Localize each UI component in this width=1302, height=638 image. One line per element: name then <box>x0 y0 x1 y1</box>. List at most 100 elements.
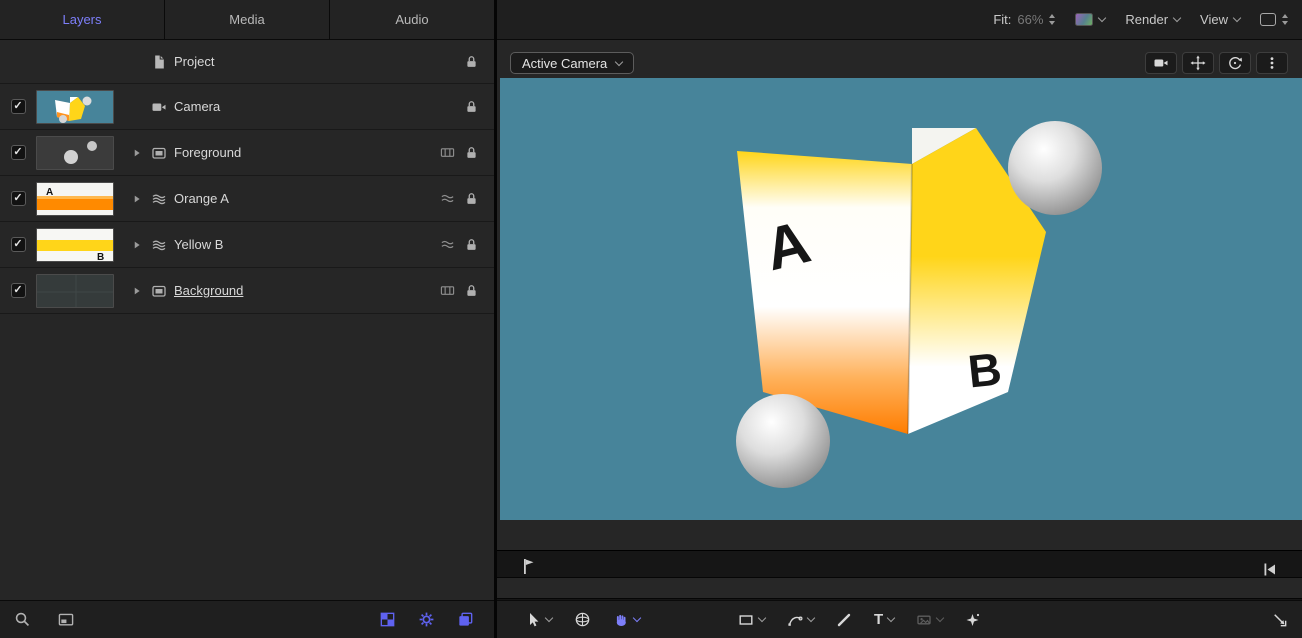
timeline-scrollbar[interactable] <box>497 577 1302 599</box>
mask-tool-disabled[interactable] <box>916 612 943 628</box>
layout-frame-icon <box>1260 13 1276 26</box>
disclosure-triangle[interactable] <box>131 193 143 205</box>
sphere-bottom-left <box>736 394 830 488</box>
select-tool[interactable] <box>525 612 552 628</box>
text-tool[interactable]: T <box>874 612 894 627</box>
sphere-top-right <box>1008 121 1102 215</box>
hand-icon <box>613 612 629 628</box>
visibility-checkbox[interactable]: ✓ <box>11 191 26 206</box>
layout-stepper[interactable] <box>1282 14 1288 25</box>
layer-name: Background <box>172 283 440 298</box>
playhead-marker-icon[interactable] <box>524 559 535 575</box>
layers-panel-icon[interactable] <box>457 611 474 628</box>
active-camera-label: Active Camera <box>522 56 607 71</box>
layer-stack-icon <box>151 191 167 207</box>
checkerboard-icon[interactable] <box>379 611 396 628</box>
panel-tab-bar: Layers Media Audio <box>0 0 494 40</box>
zoom-stepper[interactable] <box>1049 14 1055 25</box>
bezier-tool[interactable] <box>787 612 814 628</box>
canvas-viewport[interactable]: A B <box>500 78 1302 520</box>
group-badge-icon[interactable] <box>440 145 455 160</box>
layer-row-foreground[interactable]: ✓ <box>0 130 494 176</box>
paint-stroke-tool[interactable] <box>836 612 852 628</box>
expand-diagonal-icon <box>1271 611 1288 628</box>
layer-row-background[interactable]: ✓ <box>0 268 494 314</box>
check-icon: ✓ <box>13 285 22 296</box>
orbit-view-button[interactable] <box>1219 52 1251 74</box>
camera-view-button[interactable] <box>1145 52 1177 74</box>
lock-icon[interactable] <box>464 99 479 115</box>
pan-hand-tool[interactable] <box>613 612 640 628</box>
lock-icon[interactable] <box>464 283 479 299</box>
zoom-control[interactable]: Fit: 66% <box>993 12 1055 27</box>
adjust-3d-tool[interactable] <box>574 611 591 628</box>
layer-stack-icon <box>151 237 167 253</box>
pan-arrows-icon <box>1190 55 1206 71</box>
particles-tool[interactable] <box>965 612 981 628</box>
mini-timeline[interactable] <box>497 550 1302 600</box>
lock-icon[interactable] <box>464 145 479 161</box>
group-badge-icon[interactable] <box>440 283 455 298</box>
vertical-dots-icon <box>1264 55 1280 71</box>
search-icon[interactable] <box>14 611 31 628</box>
lock-icon[interactable] <box>464 54 479 70</box>
camera-icon <box>151 99 167 115</box>
blend-badge-icon[interactable] <box>440 191 455 206</box>
gear-icon[interactable] <box>418 611 435 628</box>
layer-row-project[interactable]: Project <box>0 40 494 84</box>
disclosure-triangle[interactable] <box>131 147 143 159</box>
tab-audio[interactable]: Audio <box>329 0 494 39</box>
visibility-checkbox[interactable]: ✓ <box>11 237 26 252</box>
orange-a-thumbnail[interactable]: A <box>36 182 114 216</box>
transform-3d-icon <box>574 611 591 628</box>
chevron-down-icon <box>1173 14 1181 22</box>
visibility-checkbox[interactable]: ✓ <box>11 145 26 160</box>
background-thumbnail[interactable] <box>36 274 114 308</box>
layer-list: Project ✓ <box>0 40 494 600</box>
fit-label: Fit: <box>993 12 1011 27</box>
lock-icon[interactable] <box>464 191 479 207</box>
rectangle-tool[interactable] <box>738 612 765 628</box>
layer-row-camera[interactable]: ✓ <box>0 84 494 130</box>
render-label: Render <box>1125 12 1168 27</box>
layer-row-orange-a[interactable]: ✓ A <box>0 176 494 222</box>
preview-size-icon[interactable] <box>57 611 75 628</box>
lock-icon[interactable] <box>464 237 479 253</box>
disclosure-triangle[interactable] <box>131 239 143 251</box>
foreground-thumbnail[interactable] <box>36 136 114 170</box>
visibility-checkbox[interactable]: ✓ <box>11 283 26 298</box>
chevron-down-icon <box>936 614 944 622</box>
group-icon <box>151 283 167 299</box>
view-dropdown[interactable]: View <box>1200 12 1240 27</box>
disclosure-triangle[interactable] <box>131 285 143 297</box>
layout-control[interactable] <box>1260 13 1288 26</box>
check-icon: ✓ <box>13 147 22 158</box>
blend-badge-icon[interactable] <box>440 237 455 252</box>
paint-stroke-icon <box>836 612 852 628</box>
layers-panel-footer <box>0 600 494 638</box>
pan-view-button[interactable] <box>1182 52 1214 74</box>
tools-toolbar: T <box>497 600 1302 638</box>
zoom-value: 66% <box>1017 12 1043 27</box>
active-camera-dropdown[interactable]: Active Camera <box>510 52 634 74</box>
expand-timeline-button[interactable] <box>1271 611 1288 628</box>
pen-curve-icon <box>787 612 803 628</box>
layer-row-yellow-b[interactable]: ✓ B <box>0 222 494 268</box>
video-camera-icon <box>1153 55 1169 71</box>
check-icon: ✓ <box>13 239 22 250</box>
layer-name: Yellow B <box>172 237 440 252</box>
chevron-down-icon <box>1098 14 1106 22</box>
tab-media[interactable]: Media <box>164 0 329 39</box>
card-left-panel <box>737 151 912 434</box>
canvas-toolbar: Fit: 66% Render View <box>497 0 1302 40</box>
chevron-down-icon <box>1233 14 1241 22</box>
channels-dropdown[interactable] <box>1075 13 1105 26</box>
canvas-viewport-wrap: A B Active Camera <box>497 40 1302 550</box>
tab-layers[interactable]: Layers <box>0 0 164 39</box>
camera-thumbnail[interactable] <box>36 90 114 124</box>
render-dropdown[interactable]: Render <box>1125 12 1180 27</box>
timeline-end-marker-icon[interactable] <box>1264 563 1276 576</box>
visibility-checkbox[interactable]: ✓ <box>11 99 26 114</box>
view-options-button[interactable] <box>1256 52 1288 74</box>
yellow-b-thumbnail[interactable]: B <box>36 228 114 262</box>
